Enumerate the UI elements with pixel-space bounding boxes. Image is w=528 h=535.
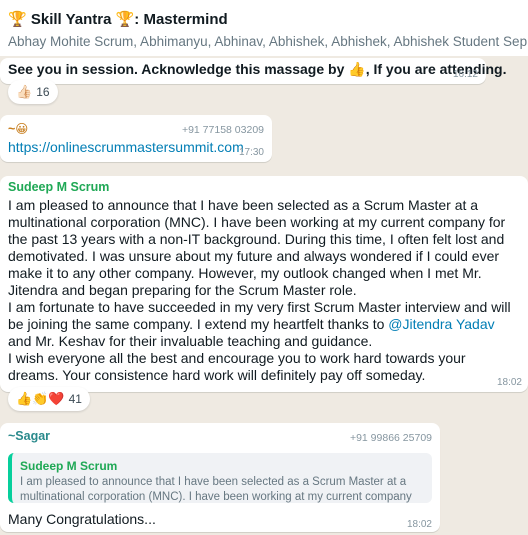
sender-phone: +91 99866 25709 — [349, 432, 432, 444]
reaction-emojis-icon: 👍👏❤️ — [16, 391, 65, 406]
thumbs-up-icon: 👍 — [348, 61, 366, 77]
message-bubble[interactable]: See you in session. Acknowledge this mas… — [0, 58, 507, 84]
message-bubble[interactable]: ~😀 +91 77158 03209 https://onlinescrumma… — [0, 115, 272, 162]
message-time: 16:12 — [452, 69, 478, 80]
chat-header[interactable]: 🏆 Skill Yantra 🏆: Mastermind Abhay Mohit… — [0, 0, 528, 56]
reaction-pill[interactable]: 👍🏻 16 — [8, 80, 58, 104]
message-time: 18:02 — [496, 377, 522, 388]
message-text: I am pleased to announce that I have bee… — [8, 197, 518, 384]
reaction-count: 16 — [36, 85, 50, 99]
quoted-message[interactable]: Sudeep M Scrum I am pleased to announce … — [8, 453, 432, 503]
message-text-part: , If you are attending. — [365, 61, 507, 77]
quoted-sender: Sudeep M Scrum — [20, 459, 118, 473]
message-text-part: See you in session. Acknowledge this mas… — [8, 61, 349, 77]
message-bubble[interactable]: ~Sagar +91 99866 25709 Sudeep M Scrum I … — [0, 423, 440, 532]
sender-phone: +91 77158 03209 — [181, 124, 264, 136]
message-text: Many Congratulations... — [8, 511, 156, 527]
message-text: See you in session. Acknowledge this mas… — [8, 61, 507, 78]
chat-members: Abhay Mohite Scrum, Abhimanyu, Abhinav, … — [8, 34, 528, 49]
message-bubble[interactable]: Sudeep M Scrum I am pleased to announce … — [0, 176, 528, 392]
mention-link[interactable]: @Jitendra Yadav — [388, 316, 494, 332]
quoted-text: I am pleased to announce that I have bee… — [20, 476, 412, 503]
sender-name: Sudeep M Scrum — [8, 180, 110, 194]
message-link[interactable]: https://onlinescrummastersummit.com — [8, 139, 264, 155]
message-time: 17:30 — [238, 147, 264, 158]
message-paragraph: I am pleased to announce that I have bee… — [8, 197, 506, 298]
reaction-count: 41 — [68, 392, 82, 406]
message-text-part: and Mr. Keshav for their invaluable teac… — [8, 333, 373, 349]
chat-title: 🏆 Skill Yantra 🏆: Mastermind — [8, 11, 228, 28]
reaction-pill[interactable]: 👍👏❤️ 41 — [8, 387, 90, 411]
message-paragraph: I wish everyone all the best and encoura… — [8, 350, 466, 383]
message-time: 18:02 — [406, 519, 432, 530]
message-paragraph: I am fortunate to have succeeded in my v… — [8, 299, 518, 350]
thumbs-up-icon: 👍🏻 — [16, 84, 33, 99]
